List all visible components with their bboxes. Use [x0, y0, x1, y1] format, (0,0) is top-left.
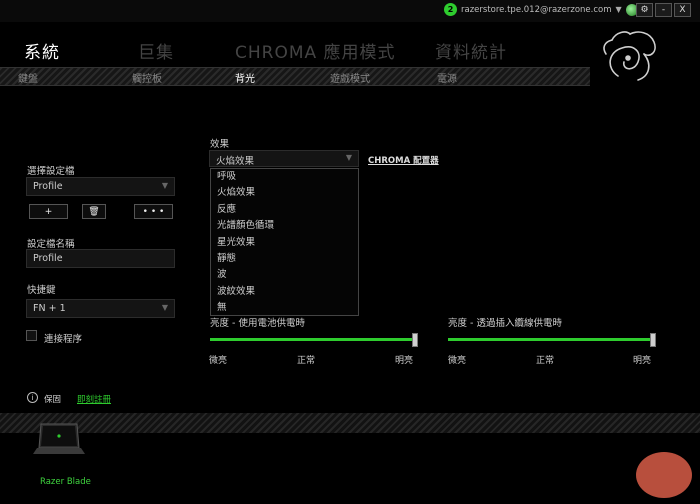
effect-option-static[interactable]: 靜態: [211, 251, 358, 267]
main-tabs: 系統 巨集 CHROMA 應用模式 資料統計: [0, 38, 700, 68]
link-program-label: 連接程序: [44, 334, 83, 345]
notification-badge[interactable]: 2: [444, 3, 457, 16]
profile-select-value: Profile: [33, 181, 63, 192]
profile-select[interactable]: Profile ▼: [26, 177, 175, 196]
tab-chroma-apps[interactable]: CHROMA 應用模式: [235, 38, 396, 63]
effect-option-breathing[interactable]: 呼吸: [211, 169, 358, 185]
add-profile-button[interactable]: +: [29, 204, 68, 219]
watermark-pig-icon: [636, 452, 692, 498]
effect-option-wave[interactable]: 波: [211, 267, 358, 283]
effect-option-reactive[interactable]: 反應: [211, 202, 358, 218]
minimize-button[interactable]: -: [655, 3, 672, 17]
brightness-ac-mid: 正常: [536, 356, 555, 366]
effect-option-fire[interactable]: 火焰效果: [211, 185, 358, 201]
brightness-battery-mid: 正常: [297, 356, 316, 366]
more-options-button[interactable]: • • •: [134, 204, 173, 219]
brightness-ac-label: 亮度 - 透過插入纜線供電時: [448, 318, 562, 329]
device-name[interactable]: Razer Blade: [40, 477, 91, 487]
effect-option-ripple[interactable]: 波紋效果: [211, 284, 358, 300]
profile-name-label: 設定檔名稱: [27, 239, 75, 250]
title-bar: 2 razerstore.tpe.012@razerzone.com ▼ ⚙ -…: [0, 0, 700, 22]
settings-button[interactable]: ⚙: [636, 3, 653, 17]
brightness-battery-label: 亮度 - 使用電池供電時: [210, 318, 305, 329]
profile-name-input[interactable]: Profile: [26, 249, 175, 268]
effect-select[interactable]: 火焰效果 ▼: [209, 150, 359, 167]
hotkey-select-value: FN + 1: [33, 303, 66, 314]
brightness-battery-slider[interactable]: [210, 338, 415, 341]
link-program-checkbox[interactable]: [26, 330, 37, 341]
chevron-down-icon: ▼: [161, 303, 168, 312]
razer-blade-laptop-icon[interactable]: [33, 420, 85, 460]
chroma-configurator-link[interactable]: CHROMA 配置器: [368, 154, 439, 166]
effect-select-value: 火焰效果: [216, 156, 255, 167]
tab-stats[interactable]: 資料統計: [435, 38, 507, 63]
tab-gaming-mode[interactable]: 遊戲模式: [330, 70, 370, 85]
effect-label: 效果: [210, 139, 230, 150]
effect-option-none[interactable]: 無: [211, 300, 358, 315]
brightness-ac-max: 明亮: [633, 356, 652, 366]
tab-power[interactable]: 電源: [437, 70, 457, 85]
brightness-ac-slider[interactable]: [448, 338, 653, 341]
sub-tabs: 鍵盤 觸控板 背光 遊戲模式 電源: [0, 67, 590, 86]
delete-profile-button[interactable]: 🗑: [82, 204, 106, 219]
effect-option-starlight[interactable]: 星光效果: [211, 235, 358, 251]
account-dropdown-icon[interactable]: ▼: [616, 5, 622, 14]
tab-system[interactable]: 系統: [24, 38, 60, 63]
register-now-link[interactable]: 即刻註冊: [77, 393, 111, 405]
select-profile-label: 選擇設定檔: [27, 166, 75, 177]
warranty-label: 保固: [44, 395, 62, 405]
info-icon: i: [27, 392, 38, 403]
brightness-battery-min: 微亮: [209, 356, 228, 366]
brightness-ac-handle[interactable]: [650, 333, 656, 347]
close-button[interactable]: X: [674, 3, 691, 17]
account-area[interactable]: 2 razerstore.tpe.012@razerzone.com ▼: [444, 3, 638, 16]
brightness-ac-min: 微亮: [448, 356, 467, 366]
effect-option-spectrum-cycling[interactable]: 光譜顏色循環: [211, 218, 358, 234]
device-bar: [0, 433, 700, 504]
chevron-down-icon: ▼: [161, 181, 168, 190]
brightness-battery-handle[interactable]: [412, 333, 418, 347]
footer-divider: [0, 413, 700, 433]
hotkey-label: 快捷鍵: [27, 285, 56, 296]
hotkey-select[interactable]: FN + 1 ▼: [26, 299, 175, 318]
brightness-battery-max: 明亮: [395, 356, 414, 366]
tab-macro[interactable]: 巨集: [138, 38, 174, 63]
account-email[interactable]: razerstore.tpe.012@razerzone.com: [461, 5, 612, 15]
chevron-down-icon: ▼: [345, 153, 352, 162]
tab-touchpad[interactable]: 觸控板: [132, 70, 162, 85]
tab-keyboard[interactable]: 鍵盤: [18, 70, 38, 85]
razer-snake-logo-icon: [603, 31, 656, 81]
tab-backlight[interactable]: 背光: [235, 70, 255, 85]
effect-dropdown-list: 呼吸 火焰效果 反應 光譜顏色循環 星光效果 靜態 波 波紋效果 無: [210, 168, 359, 316]
